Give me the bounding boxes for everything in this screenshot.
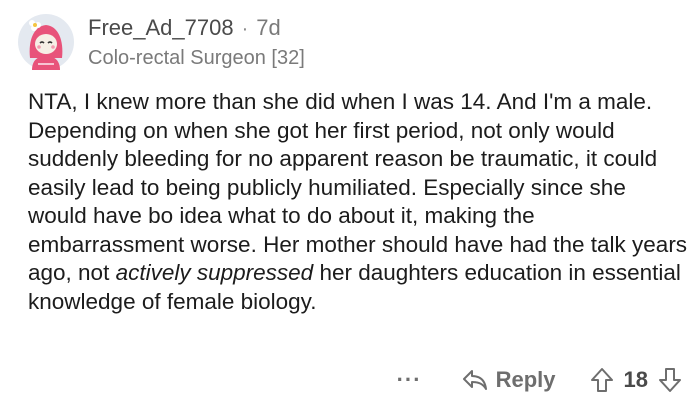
comment-body-part1: NTA, I knew more than she did when I was… — [28, 89, 688, 285]
comment-body: NTA, I knew more than she did when I was… — [28, 88, 688, 316]
user-flair: Colo-rectal Surgeon [32] — [88, 46, 305, 69]
comment-actions: ··· Reply 18 — [397, 362, 682, 398]
meta-top-row: Free_Ad_7708 · 7d — [88, 14, 305, 43]
more-options-button[interactable]: ··· — [397, 367, 422, 393]
downvote-arrow-icon[interactable] — [658, 367, 682, 393]
username[interactable]: Free_Ad_7708 — [88, 14, 234, 42]
comment-meta: Free_Ad_7708 · 7d Colo-rectal Surgeon [3… — [88, 14, 305, 71]
reply-button[interactable]: Reply — [462, 367, 556, 393]
comment: Free_Ad_7708 · 7d Colo-rectal Surgeon [3… — [0, 0, 700, 403]
comment-header: Free_Ad_7708 · 7d Colo-rectal Surgeon [3… — [18, 10, 305, 74]
meta-separator: · — [241, 17, 249, 40]
vote-score: 18 — [623, 367, 648, 392]
reply-arrow-icon — [462, 370, 487, 390]
comment-body-emphasis: actively suppressed — [115, 260, 314, 285]
user-avatar[interactable] — [18, 14, 74, 70]
avatar-icon — [18, 14, 74, 70]
upvote-arrow-icon[interactable] — [590, 367, 614, 393]
comment-age: 7d — [256, 14, 281, 40]
vote-controls: 18 — [590, 367, 682, 393]
reply-label: Reply — [495, 367, 556, 392]
